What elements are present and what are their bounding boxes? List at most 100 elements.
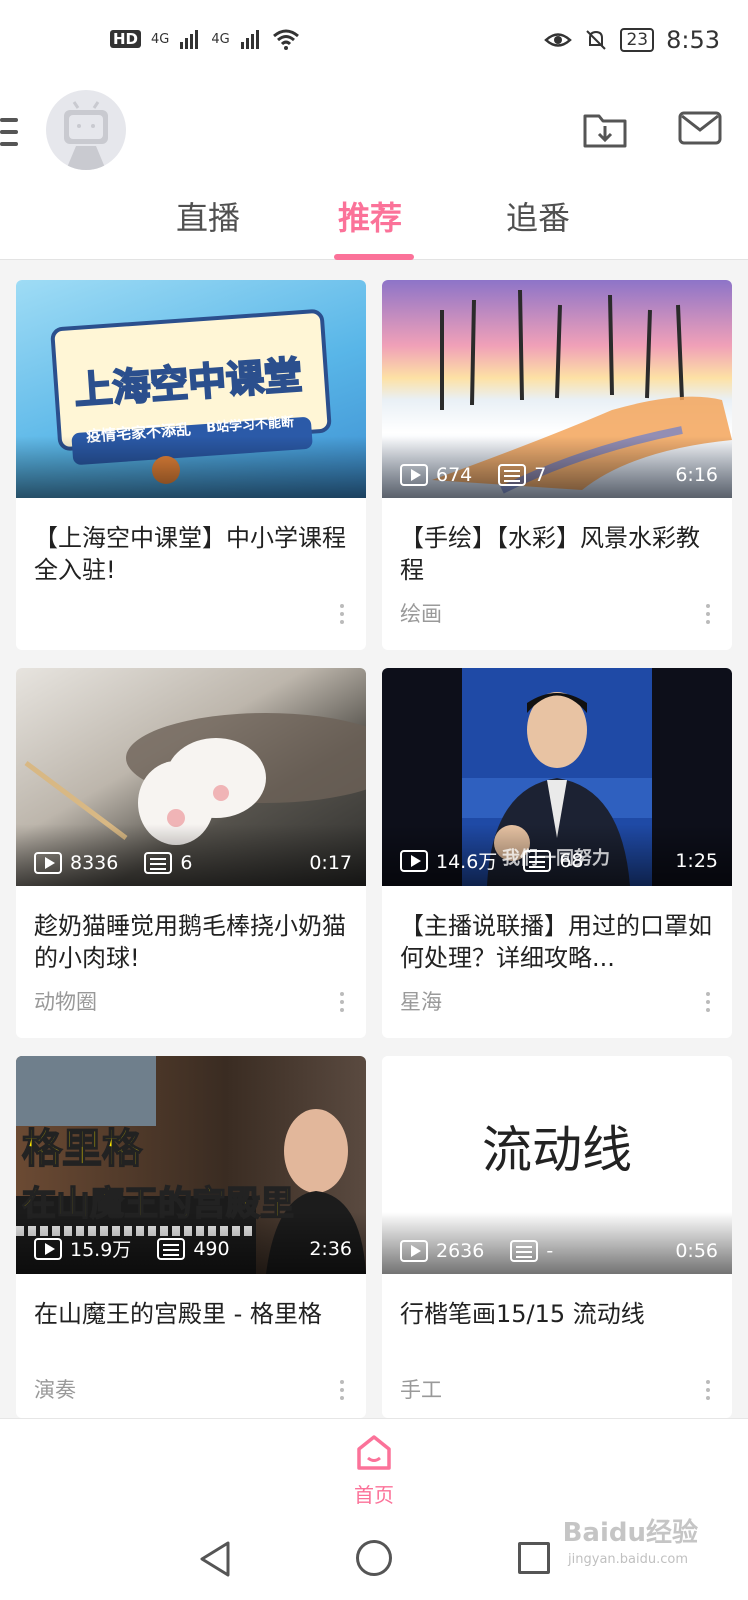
danmaku-count-icon bbox=[510, 1240, 539, 1262]
danmaku-count-icon bbox=[157, 1237, 186, 1260]
danmaku-count: 68 bbox=[559, 849, 584, 872]
thumbnail-shade bbox=[16, 436, 366, 498]
signal-icon-2 bbox=[240, 30, 259, 49]
video-category: 演奏 bbox=[34, 1378, 76, 1402]
video-meta: 动物圈 bbox=[16, 978, 366, 1032]
more-options-icon[interactable] bbox=[340, 992, 344, 1012]
menu-icon[interactable] bbox=[0, 112, 22, 152]
video-meta bbox=[16, 590, 366, 644]
video-thumbnail[interactable]: 上海空中课堂 疫情宅家不添乱 B站学习不能断 bbox=[16, 280, 366, 498]
recents-icon[interactable] bbox=[518, 1542, 550, 1574]
tab-bangumi[interactable]: 追番 bbox=[506, 196, 570, 240]
thumbnail-line1: 格里格 bbox=[21, 1125, 143, 1173]
home-button-icon[interactable] bbox=[356, 1540, 392, 1576]
video-title[interactable]: 【主播说联播】用过的口罩如何处理？详细攻略... bbox=[382, 886, 732, 978]
danmaku-count-icon bbox=[498, 464, 527, 486]
wifi-icon bbox=[272, 29, 299, 50]
video-meta: 绘画 bbox=[382, 590, 732, 644]
video-thumbnail[interactable]: 格里格 在山魔王的宫殿里 15.9万 490 2:36 bbox=[16, 1056, 366, 1274]
status-bar: HD 4G 4G 23 8:53 bbox=[0, 0, 748, 84]
video-title[interactable]: 趁奶猫睡觉用鹅毛棒挠小奶猫的小肉球! bbox=[16, 886, 366, 978]
video-stats: 15.9万 490 2:36 bbox=[34, 1235, 352, 1262]
danmaku-count: 6 bbox=[180, 852, 193, 874]
avatar[interactable] bbox=[46, 90, 126, 170]
video-card[interactable]: 8336 6 0:17 趁奶猫睡觉用鹅毛棒挠小奶猫的小肉球! 动物圈 bbox=[16, 668, 366, 1038]
signal-icon bbox=[180, 30, 199, 49]
video-duration: 2:36 bbox=[309, 1237, 352, 1260]
play-count: 15.9万 bbox=[70, 1239, 132, 1261]
play-count: 2636 bbox=[436, 1240, 485, 1262]
home-icon[interactable] bbox=[354, 1433, 394, 1471]
signal-4g-label-2: 4G bbox=[211, 31, 230, 47]
play-count: 8336 bbox=[70, 852, 119, 874]
video-stats: 2636 - 0:56 bbox=[400, 1240, 718, 1262]
download-folder-icon[interactable] bbox=[582, 108, 628, 150]
video-card[interactable]: 流动线 2636 - 0:56 行楷笔画15/15 流动线 手工 bbox=[382, 1056, 732, 1418]
bottom-nav: 首页 bbox=[0, 1418, 748, 1518]
status-right: 23 8:53 bbox=[544, 26, 720, 54]
more-options-icon[interactable] bbox=[706, 1380, 710, 1400]
video-duration: 0:56 bbox=[675, 1240, 718, 1262]
video-stats: 14.6万 68 1:25 bbox=[400, 847, 718, 874]
video-card[interactable]: 674 7 6:16 【手绘】【水彩】风景水彩教程 绘画 bbox=[382, 280, 732, 650]
thumbnail-text: 流动线 bbox=[482, 1121, 632, 1179]
watermark-url: jingyan.baidu.com bbox=[568, 1552, 688, 1567]
video-title[interactable]: 在山魔王的宫殿里 - 格里格 bbox=[16, 1274, 366, 1366]
play-count-icon bbox=[34, 852, 62, 874]
video-thumbnail[interactable]: 8336 6 0:17 bbox=[16, 668, 366, 886]
video-category: 星海 bbox=[400, 990, 442, 1014]
play-count-icon bbox=[400, 464, 428, 486]
video-title[interactable]: 【上海空中课堂】中小学课程全入驻! bbox=[16, 498, 366, 590]
play-count: 14.6万 bbox=[436, 851, 498, 873]
active-tab-indicator bbox=[334, 254, 414, 260]
eye-icon bbox=[544, 33, 573, 47]
video-meta: 手工 bbox=[382, 1366, 732, 1418]
tab-live[interactable]: 直播 bbox=[176, 196, 240, 240]
tab-recommend[interactable]: 推荐 bbox=[338, 196, 402, 240]
danmaku-count: - bbox=[546, 1240, 554, 1262]
more-options-icon[interactable] bbox=[340, 1380, 344, 1400]
battery-icon: 23 bbox=[620, 28, 655, 52]
video-category: 绘画 bbox=[400, 602, 442, 626]
play-count-icon bbox=[400, 849, 428, 872]
danmaku-count-icon bbox=[144, 852, 173, 874]
video-duration: 0:17 bbox=[309, 852, 352, 874]
top-header: 直播 推荐 追番 bbox=[0, 84, 748, 260]
video-duration: 6:16 bbox=[675, 464, 718, 486]
tv-mascot-icon bbox=[64, 101, 108, 170]
danmaku-count-icon bbox=[523, 849, 552, 872]
video-stats: 674 7 6:16 bbox=[400, 464, 718, 486]
video-category: 手工 bbox=[400, 1378, 442, 1402]
video-title[interactable]: 【手绘】【水彩】风景水彩教程 bbox=[382, 498, 732, 590]
video-card[interactable]: 我们一同努力 14.6万 68 1:25 【主播说联播】用过的口罩如何处理？详细… bbox=[382, 668, 732, 1038]
status-time: 8:53 bbox=[666, 26, 720, 54]
video-category: 动物圈 bbox=[34, 990, 97, 1014]
danmaku-count: 490 bbox=[193, 1237, 230, 1260]
video-meta: 星海 bbox=[382, 978, 732, 1032]
more-options-icon[interactable] bbox=[706, 992, 710, 1012]
danmaku-count: 7 bbox=[534, 464, 547, 486]
status-left: HD 4G 4G bbox=[110, 28, 300, 50]
video-meta: 演奏 bbox=[16, 1366, 366, 1418]
play-count-icon bbox=[34, 1237, 62, 1260]
bell-muted-icon bbox=[586, 30, 607, 50]
video-title[interactable]: 行楷笔画15/15 流动线 bbox=[382, 1274, 732, 1366]
video-card[interactable]: 上海空中课堂 疫情宅家不添乱 B站学习不能断 【上海空中课堂】中小学课程全入驻! bbox=[16, 280, 366, 650]
signal-4g-label: 4G bbox=[151, 31, 170, 47]
nav-home-label[interactable]: 首页 bbox=[0, 1479, 748, 1508]
more-options-icon[interactable] bbox=[340, 604, 344, 624]
video-duration: 1:25 bbox=[675, 849, 718, 872]
screen: HD 4G 4G 23 8:53 直播 推荐 追番 上海空中课堂 疫情宅家不添乱… bbox=[0, 0, 748, 1600]
watermark-logo: Baidu经验 bbox=[562, 1518, 698, 1548]
video-thumbnail[interactable]: 流动线 2636 - 0:56 bbox=[382, 1056, 732, 1274]
top-tabs: 直播 推荐 追番 bbox=[0, 196, 748, 260]
back-icon[interactable] bbox=[198, 1540, 232, 1578]
more-options-icon[interactable] bbox=[706, 604, 710, 624]
mail-icon[interactable] bbox=[678, 110, 722, 146]
play-count-icon bbox=[400, 1240, 428, 1262]
video-card[interactable]: 格里格 在山魔王的宫殿里 15.9万 490 2:36 在山魔王的宫殿里 - 格… bbox=[16, 1056, 366, 1418]
video-stats: 8336 6 0:17 bbox=[34, 852, 352, 874]
video-thumbnail[interactable]: 我们一同努力 14.6万 68 1:25 bbox=[382, 668, 732, 886]
video-thumbnail[interactable]: 674 7 6:16 bbox=[382, 280, 732, 498]
hd-indicator: HD bbox=[110, 30, 142, 48]
